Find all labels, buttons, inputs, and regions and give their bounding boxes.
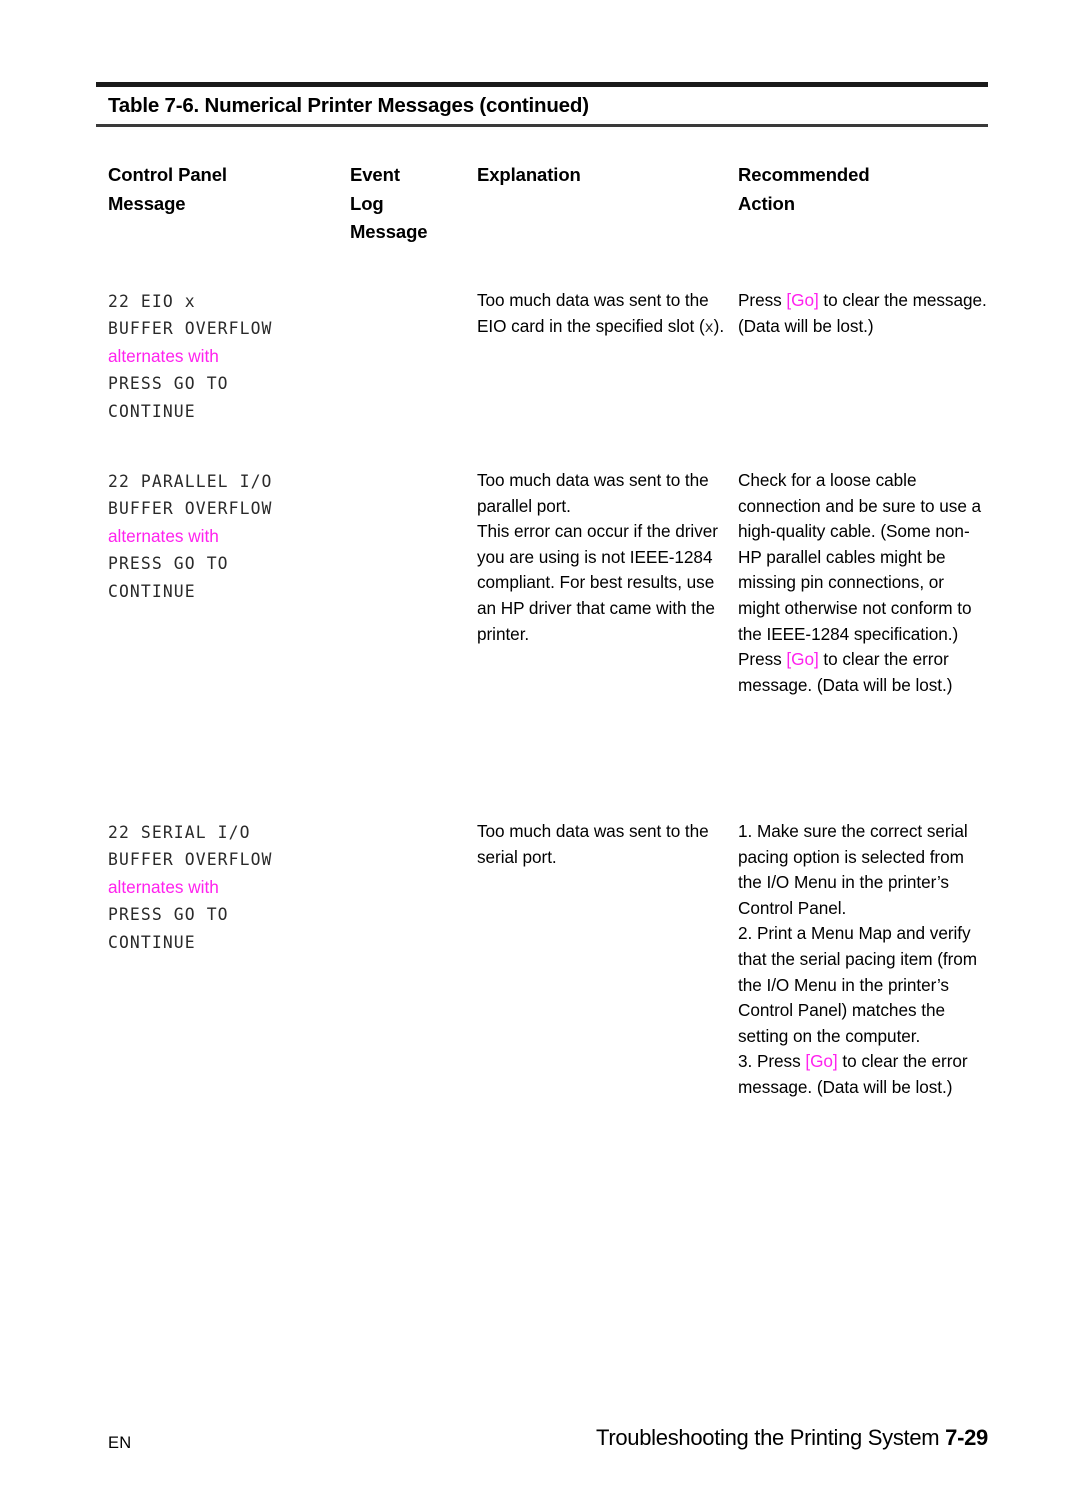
column-header-line: Message bbox=[350, 221, 428, 242]
action-text-part: 3. Press bbox=[738, 1051, 806, 1072]
control-panel-message-line: 22 PARALLEL I/O bbox=[108, 472, 273, 491]
control-panel-message-line: PRESS GO TO bbox=[108, 905, 229, 925]
recommended-action-cell: Press [Go] to clear the message. (Data w… bbox=[738, 288, 988, 339]
alternates-with-label: alternates with bbox=[108, 876, 219, 897]
table-row: 22 PARALLEL I/O BUFFER OVERFLOW alternat… bbox=[108, 468, 348, 605]
recommended-action-step: 2. Print a Menu Map and verify that the … bbox=[738, 923, 978, 1046]
recommended-action-text: Check for a loose cable connection and b… bbox=[738, 470, 982, 644]
explanation-cell: Too much data was sent to the parallel p… bbox=[477, 468, 729, 647]
go-key-label: [Go] bbox=[805, 1051, 838, 1072]
recommended-action-text: Press [Go] to clear the error message. (… bbox=[738, 647, 988, 698]
control-panel-message-line: CONTINUE bbox=[108, 401, 196, 421]
column-header-recommended-action: Recommended Action bbox=[738, 161, 988, 218]
table-top-rule bbox=[96, 82, 988, 87]
control-panel-message-line: 22 EIO x bbox=[108, 288, 348, 315]
control-panel-message-line: BUFFER OVERFLOW bbox=[108, 499, 273, 519]
control-panel-message-line: CONTINUE bbox=[108, 581, 196, 601]
control-panel-message-line: PRESS GO TO bbox=[108, 554, 229, 574]
control-panel-message-line: CONTINUE bbox=[108, 932, 196, 952]
table-row: 22 SERIAL I/O BUFFER OVERFLOW alternates… bbox=[108, 819, 348, 956]
footer-section-title: Troubleshooting the Printing System bbox=[596, 1425, 946, 1450]
control-panel-slot-glyph: x bbox=[184, 292, 196, 311]
slot-glyph-icon: x bbox=[704, 317, 714, 336]
recommended-action-step: 3. Press [Go] to clear the error message… bbox=[738, 1049, 990, 1100]
column-header-line: Recommended bbox=[738, 164, 870, 185]
recommended-action-step: 1. Make sure the correct serial pacing o… bbox=[738, 821, 968, 918]
control-panel-message-line: BUFFER OVERFLOW bbox=[108, 319, 273, 339]
column-header-line: Explanation bbox=[477, 164, 581, 185]
explanation-text: Too much data was sent to the serial por… bbox=[477, 821, 709, 867]
action-text-part: Press bbox=[738, 649, 787, 670]
explanation-text: This error can occur if the driver you a… bbox=[477, 521, 718, 644]
explanation-text: Too much data was sent to the EIO card i… bbox=[477, 288, 729, 340]
explanation-cell: Too much data was sent to the serial por… bbox=[477, 819, 729, 870]
control-panel-message-line: PRESS GO TO bbox=[108, 374, 229, 394]
explanation-text: Too much data was sent to the parallel p… bbox=[477, 470, 709, 516]
alternates-with-label: alternates with bbox=[108, 345, 219, 366]
explanation-cell: Too much data was sent to the EIO card i… bbox=[477, 288, 729, 340]
recommended-action-text: Press [Go] to clear the message. (Data w… bbox=[738, 288, 988, 339]
column-header-line: Action bbox=[738, 192, 795, 214]
explanation-text-part: ). bbox=[713, 315, 725, 336]
action-text-part: Press bbox=[738, 290, 787, 310]
column-header-event-log-message: Event Log Message bbox=[350, 161, 470, 247]
alternates-with-label: alternates with bbox=[108, 525, 219, 546]
recommended-action-cell: 1. Make sure the correct serial pacing o… bbox=[738, 819, 990, 1101]
document-page: Table 7-6. Numerical Printer Messages (c… bbox=[0, 0, 1080, 1495]
column-header-line: Message bbox=[108, 192, 186, 214]
column-header-explanation: Explanation bbox=[477, 161, 727, 190]
control-panel-message-text: 22 EIO bbox=[108, 292, 185, 311]
column-header-line: Log bbox=[350, 192, 384, 214]
column-header-control-panel-message: Control Panel Message bbox=[108, 161, 338, 218]
table-caption: Table 7-6. Numerical Printer Messages (c… bbox=[108, 94, 589, 117]
table-row: 22 EIO x BUFFER OVERFLOW alternates with… bbox=[108, 288, 348, 425]
go-key-label: [Go] bbox=[786, 649, 819, 670]
footer-language-code: EN bbox=[108, 1434, 132, 1452]
control-panel-message-line: 22 SERIAL I/O bbox=[108, 823, 251, 842]
control-panel-message-line: BUFFER OVERFLOW bbox=[108, 850, 273, 870]
recommended-action-cell: Check for a loose cable connection and b… bbox=[738, 468, 988, 698]
footer-running-header: Troubleshooting the Printing System 7-29 bbox=[596, 1425, 988, 1451]
footer-page-number: 7-29 bbox=[945, 1425, 988, 1450]
go-key-label: [Go] bbox=[786, 290, 819, 310]
explanation-text-part: Too much data was sent to the EIO card i… bbox=[477, 290, 709, 336]
column-header-line: Event bbox=[350, 164, 400, 185]
table-caption-rule bbox=[96, 124, 988, 127]
column-header-line: Control Panel bbox=[108, 164, 227, 185]
